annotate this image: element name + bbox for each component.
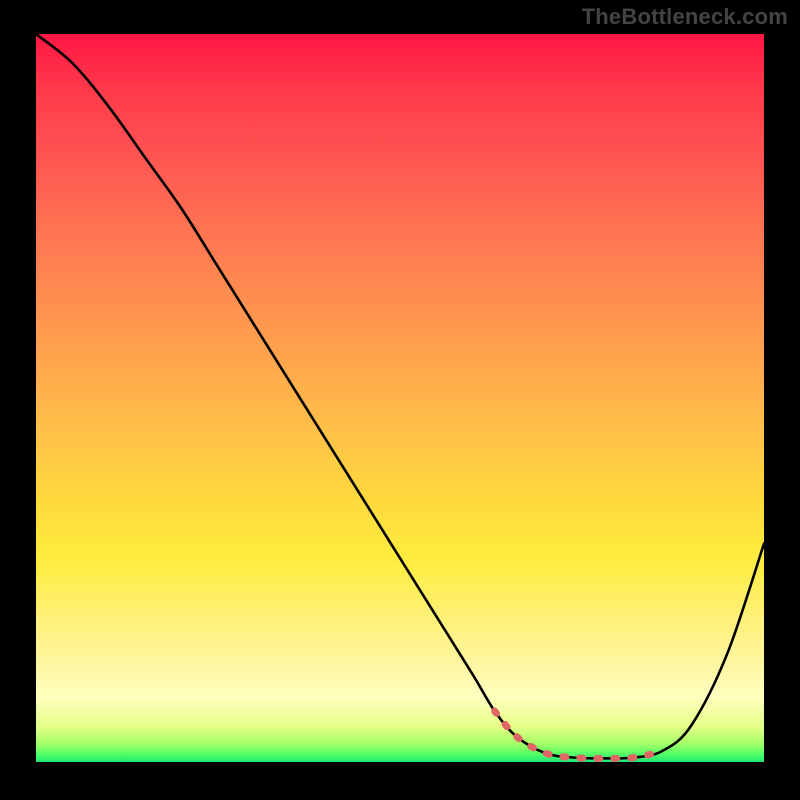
curve-svg <box>36 34 764 762</box>
chart-frame: TheBottleneck.com <box>0 0 800 800</box>
plot-area <box>36 34 764 762</box>
bottleneck-curve <box>36 34 764 758</box>
optimal-range-highlight <box>495 711 655 758</box>
watermark-text: TheBottleneck.com <box>582 4 788 30</box>
